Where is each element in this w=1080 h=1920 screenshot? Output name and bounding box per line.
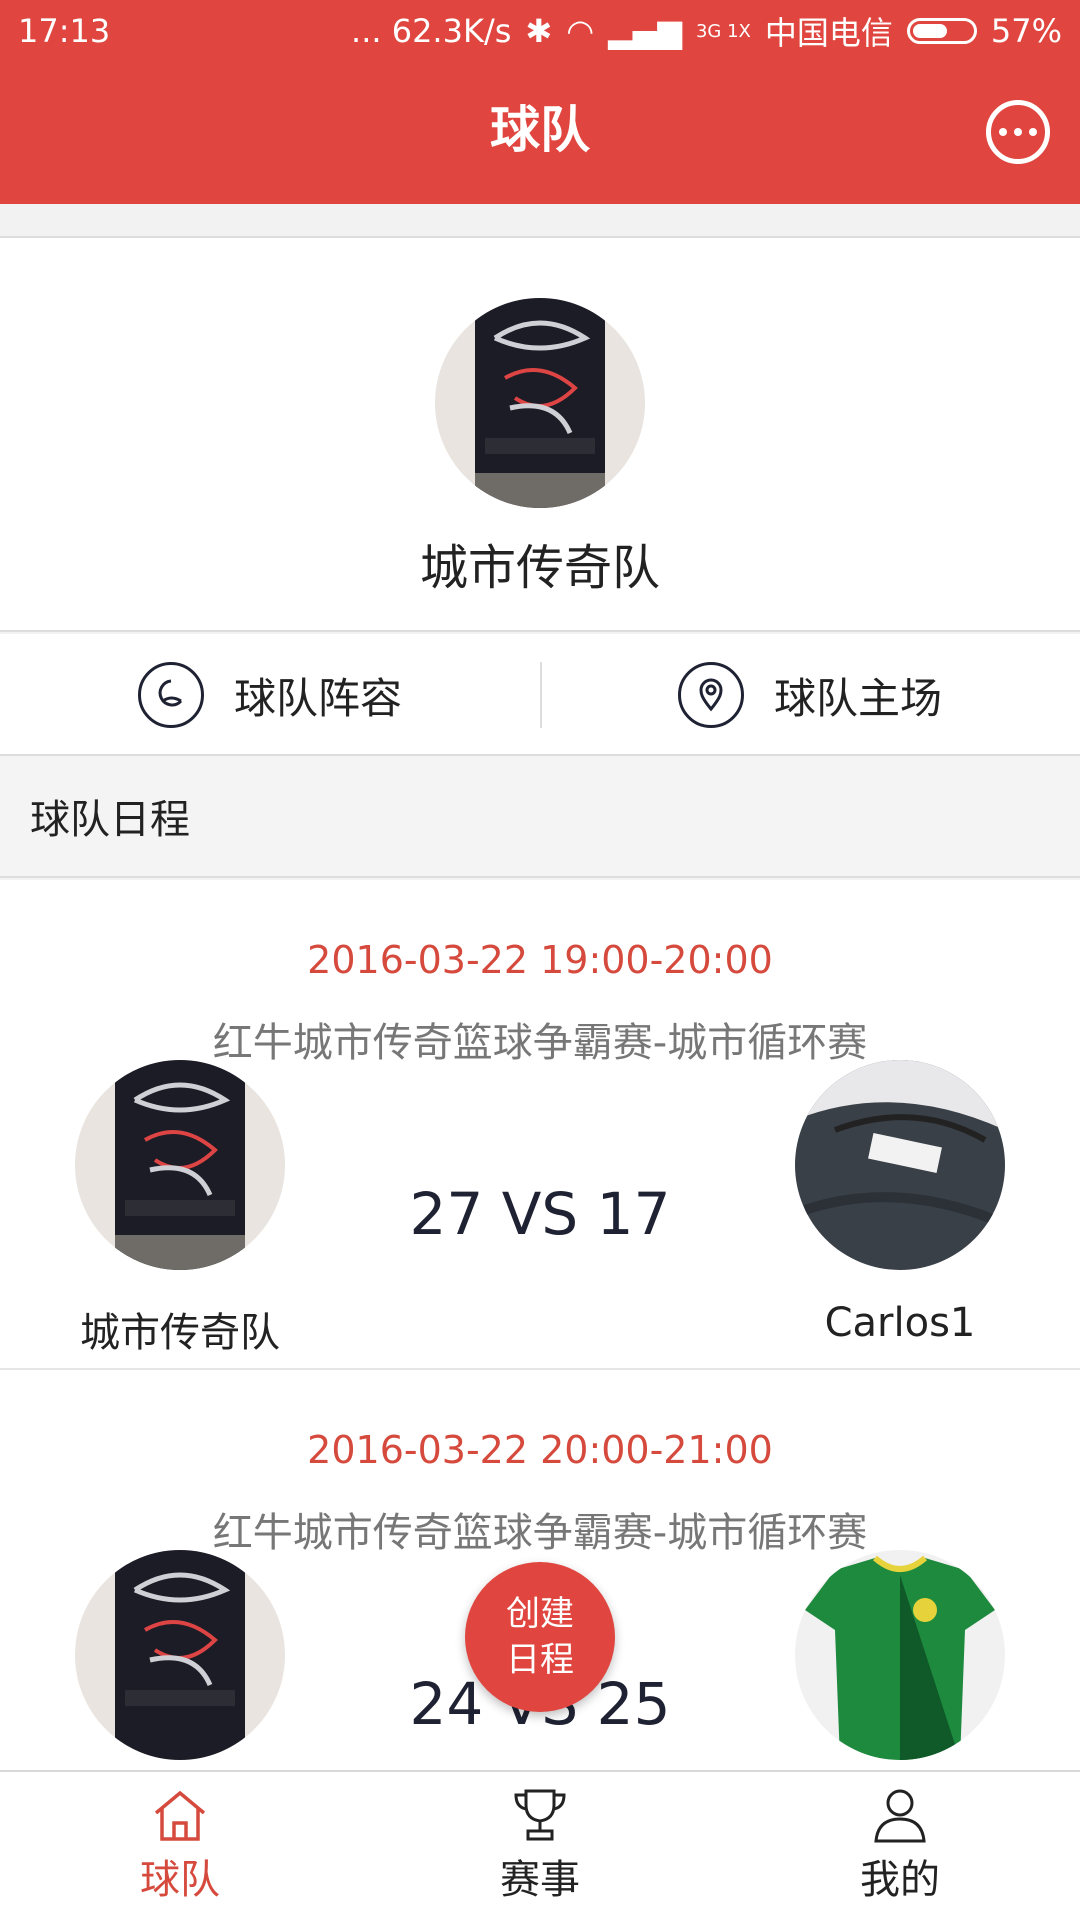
- schedule-section-header: 球队日程: [0, 756, 1080, 878]
- schedule-title: 球队日程: [30, 797, 190, 843]
- network-type: 3G 1X: [695, 20, 751, 42]
- team-name: 城市传奇队: [419, 540, 660, 596]
- tab-me[interactable]: 我的: [720, 1772, 1080, 1920]
- match-event: 红牛城市传奇篮球争霸赛-城市循环赛: [212, 1510, 868, 1556]
- user-icon: [874, 1789, 926, 1843]
- match-time: 2016-03-22 19:00-20:00: [307, 938, 773, 982]
- tab-events-label: 赛事: [500, 1857, 580, 1903]
- location-pin-icon: [677, 662, 744, 728]
- match-time: 2016-03-22 20:00-21:00: [307, 1428, 773, 1472]
- away-team-avatar[interactable]: [795, 1550, 1005, 1760]
- team-actions: 球队阵容 球队主场: [0, 634, 1080, 756]
- battery-level: 57%: [990, 12, 1062, 50]
- team-profile-card: 城市传奇队: [0, 236, 1080, 632]
- trophy-icon: [514, 1789, 566, 1841]
- team-home-venue-button[interactable]: 球队主场: [540, 634, 1080, 756]
- battery-icon: [906, 18, 977, 44]
- roster-icon: [137, 662, 204, 728]
- team-roster-button[interactable]: 球队阵容: [0, 634, 540, 756]
- tab-team-label: 球队: [140, 1857, 220, 1903]
- tab-events[interactable]: 赛事: [360, 1772, 720, 1920]
- status-bar: 17:13 ... 62.3K/s ✱ ◠ ▂▄▆ 3G 1X 中国电信 57%: [0, 0, 1080, 62]
- home-icon: [154, 1790, 206, 1841]
- create-schedule-label-line2: 日程: [506, 1640, 574, 1680]
- bluetooth-icon: ✱: [525, 12, 553, 50]
- wifi-icon: ◠: [566, 12, 595, 50]
- create-schedule-button[interactable]: 创建 日程: [465, 1562, 615, 1712]
- create-schedule-label-line1: 创建: [506, 1594, 574, 1634]
- more-options-button[interactable]: [986, 100, 1050, 164]
- match-event: 红牛城市传奇篮球争霸赛-城市循环赛: [212, 1020, 868, 1066]
- match-card[interactable]: 2016-03-22 19:00-20:00 红牛城市传奇篮球争霸赛-城市循环赛…: [0, 880, 1080, 1370]
- network-speed: ... 62.3K/s: [351, 12, 512, 50]
- away-team-avatar[interactable]: [795, 1060, 1005, 1270]
- signal-icon: ▂▄▆: [608, 12, 682, 50]
- home-team-name: 城市传奇队: [80, 1310, 280, 1356]
- team-roster-label: 球队阵容: [233, 673, 402, 723]
- page-title: 球队: [490, 101, 590, 159]
- carrier: 中国电信: [764, 14, 893, 52]
- tab-me-label: 我的: [860, 1857, 940, 1903]
- tab-team[interactable]: 球队: [0, 1772, 360, 1920]
- away-team-name: Carlos1: [824, 1300, 976, 1346]
- team-home-venue-label: 球队主场: [773, 673, 942, 723]
- app-header: 17:13 ... 62.3K/s ✱ ◠ ▂▄▆ 3G 1X 中国电信 57%…: [0, 0, 1080, 204]
- team-avatar[interactable]: [435, 298, 645, 508]
- bottom-tab-bar: 球队 赛事 我的: [0, 1770, 1080, 1920]
- status-time: 17:13: [18, 12, 111, 50]
